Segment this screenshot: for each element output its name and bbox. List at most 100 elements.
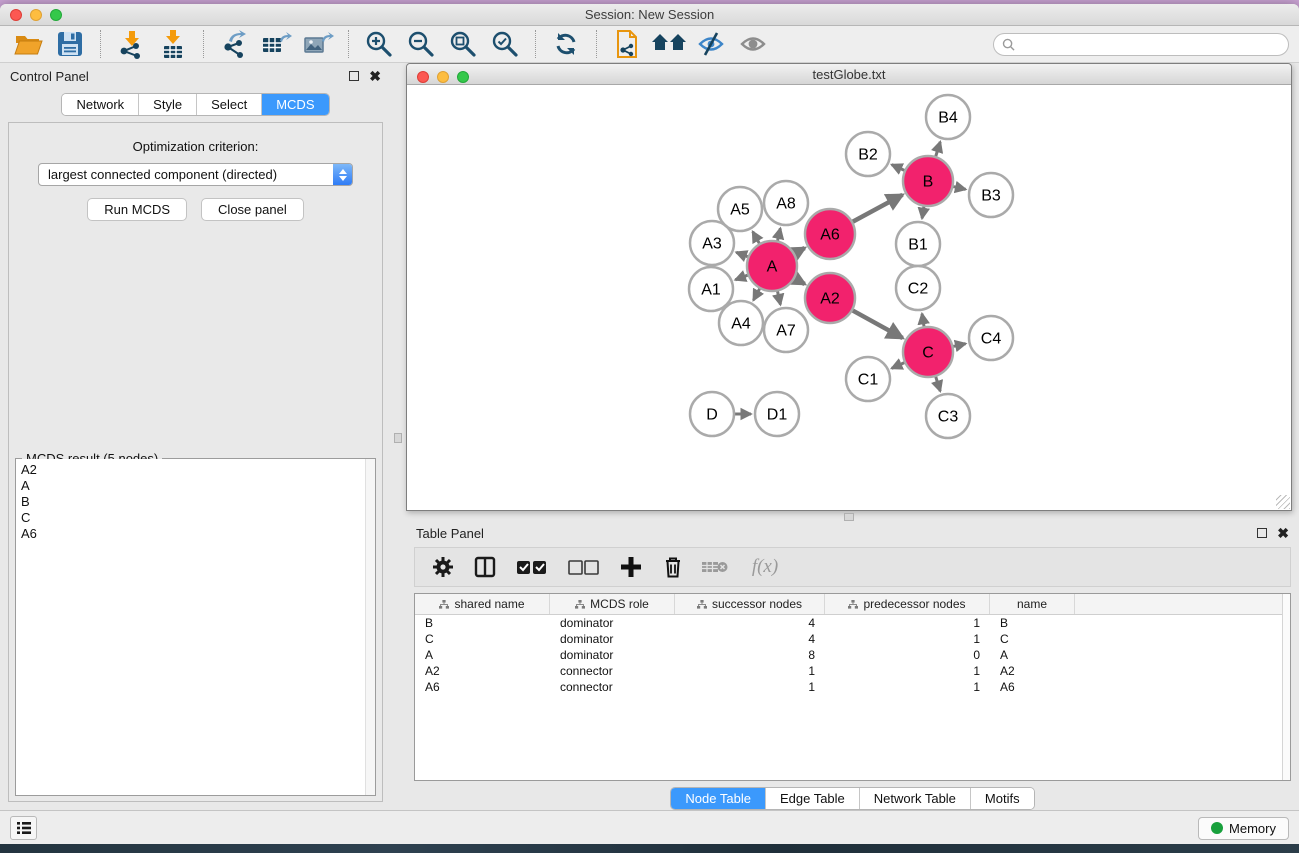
- graph-node-C2[interactable]: C2: [896, 266, 940, 310]
- graph-node-A6[interactable]: A6: [805, 209, 855, 259]
- add-column-button[interactable]: [617, 553, 645, 581]
- import-network-button[interactable]: [113, 28, 149, 60]
- tab-edge-table[interactable]: Edge Table: [766, 788, 860, 809]
- memory-button[interactable]: Memory: [1198, 817, 1289, 840]
- show-graphics-button[interactable]: [735, 28, 771, 60]
- graph-node-C4[interactable]: C4: [969, 316, 1013, 360]
- vertical-splitter[interactable]: [391, 63, 406, 810]
- graph-node-C1[interactable]: C1: [846, 357, 890, 401]
- run-mcds-button[interactable]: Run MCDS: [87, 198, 187, 221]
- float-panel-icon[interactable]: [1257, 528, 1267, 538]
- graph-node-B4[interactable]: B4: [926, 95, 970, 139]
- graph-node-C3[interactable]: C3: [926, 394, 970, 438]
- network-window-titlebar[interactable]: testGlobe.txt: [407, 64, 1291, 85]
- column-header-name[interactable]: name: [990, 594, 1075, 614]
- table-cell: A2: [415, 664, 550, 678]
- save-session-button[interactable]: [52, 28, 88, 60]
- home-button[interactable]: [651, 28, 687, 60]
- table-row[interactable]: Cdominator41C: [415, 631, 1290, 647]
- graph-node-D1[interactable]: D1: [755, 392, 799, 436]
- tab-node-table[interactable]: Node Table: [671, 788, 766, 809]
- search-input[interactable]: [1020, 37, 1280, 51]
- column-type-icon: [575, 600, 585, 609]
- deselect-all-button[interactable]: [565, 553, 603, 581]
- close-window-button[interactable]: [10, 9, 22, 21]
- delete-column-button[interactable]: [659, 553, 687, 581]
- open-file-button[interactable]: [10, 28, 46, 60]
- hide-graphics-button[interactable]: [693, 28, 729, 60]
- mcds-result-item[interactable]: B: [21, 494, 375, 510]
- close-panel-icon[interactable]: ✖: [369, 71, 381, 81]
- table-scrollbar[interactable]: [1282, 594, 1290, 780]
- window-resize-grip[interactable]: [1276, 495, 1290, 509]
- graph-node-A7[interactable]: A7: [764, 308, 808, 352]
- zoom-fit-button[interactable]: [445, 28, 481, 60]
- table-row[interactable]: A2connector11A2: [415, 663, 1290, 679]
- graph-node-A1[interactable]: A1: [689, 267, 733, 311]
- zoom-in-button[interactable]: [361, 28, 397, 60]
- network-zoom-button[interactable]: [457, 71, 469, 83]
- graph-node-C[interactable]: C: [903, 327, 953, 377]
- network-minimize-button[interactable]: [437, 71, 449, 83]
- function-builder-button[interactable]: f(x): [743, 553, 787, 581]
- tab-network-table[interactable]: Network Table: [860, 788, 971, 809]
- mcds-result-item[interactable]: C: [21, 510, 375, 526]
- close-panel-button[interactable]: Close panel: [201, 198, 304, 221]
- export-table-button[interactable]: [258, 28, 294, 60]
- column-header-successor-nodes[interactable]: successor nodes: [675, 594, 825, 614]
- table-cell: 0: [825, 648, 990, 662]
- show-columns-button[interactable]: [471, 553, 499, 581]
- select-all-button[interactable]: [513, 553, 551, 581]
- criterion-dropdown[interactable]: largest connected component (directed): [38, 163, 353, 186]
- tab-network[interactable]: Network: [62, 94, 139, 115]
- refresh-button[interactable]: [548, 28, 584, 60]
- zoom-out-button[interactable]: [403, 28, 439, 60]
- graph-node-D[interactable]: D: [690, 392, 734, 436]
- graph-node-B[interactable]: B: [903, 156, 953, 206]
- minimize-window-button[interactable]: [30, 9, 42, 21]
- splitter-grip[interactable]: [394, 433, 402, 443]
- graph-edge-A2-C: [852, 310, 903, 338]
- zoom-selected-button[interactable]: [487, 28, 523, 60]
- mcds-result-item[interactable]: A2: [21, 462, 375, 478]
- tab-select[interactable]: Select: [197, 94, 262, 115]
- import-table-button[interactable]: [155, 28, 191, 60]
- mcds-result-list[interactable]: A2ABCA6: [16, 459, 375, 795]
- network-close-button[interactable]: [417, 71, 429, 83]
- network-canvas[interactable]: AA1A2A3A4A5A6A7A8BB1B2B3B4CC1C2C3C4DD1: [407, 85, 1291, 510]
- mcds-list-scrollbar[interactable]: [365, 459, 375, 795]
- column-header-predecessor-nodes[interactable]: predecessor nodes: [825, 594, 990, 614]
- delete-table-button[interactable]: [701, 553, 729, 581]
- task-history-button[interactable]: [10, 816, 37, 840]
- table-row[interactable]: A6connector11A6: [415, 679, 1290, 695]
- graph-node-A5[interactable]: A5: [718, 187, 762, 231]
- column-header-shared-name[interactable]: shared name: [415, 594, 550, 614]
- graph-node-B1[interactable]: B1: [896, 222, 940, 266]
- export-network-button[interactable]: [216, 28, 252, 60]
- tab-mcds[interactable]: MCDS: [262, 94, 328, 115]
- table-row[interactable]: Adominator80A: [415, 647, 1290, 663]
- column-header-MCDS-role[interactable]: MCDS role: [550, 594, 675, 614]
- mcds-result-item[interactable]: A: [21, 478, 375, 494]
- graph-node-A2[interactable]: A2: [805, 273, 855, 323]
- duplicate-network-button[interactable]: [609, 28, 645, 60]
- graph-node-A8[interactable]: A8: [764, 181, 808, 225]
- table-settings-button[interactable]: [429, 553, 457, 581]
- graph-node-B2[interactable]: B2: [846, 132, 890, 176]
- float-panel-icon[interactable]: [349, 71, 359, 81]
- search-field[interactable]: [993, 33, 1289, 56]
- graph-node-B3[interactable]: B3: [969, 173, 1013, 217]
- node-table[interactable]: shared nameMCDS rolesuccessor nodesprede…: [414, 593, 1291, 781]
- table-row[interactable]: Bdominator41B: [415, 615, 1290, 631]
- close-panel-icon[interactable]: ✖: [1277, 528, 1289, 538]
- splitter-grip[interactable]: [844, 513, 854, 521]
- zoom-window-button[interactable]: [50, 9, 62, 21]
- tab-style[interactable]: Style: [139, 94, 197, 115]
- graph-node-A4[interactable]: A4: [719, 301, 763, 345]
- memory-label: Memory: [1229, 821, 1276, 836]
- export-image-button[interactable]: [300, 28, 336, 60]
- graph-node-A[interactable]: A: [747, 241, 797, 291]
- horizontal-splitter[interactable]: [406, 511, 1299, 521]
- tab-motifs[interactable]: Motifs: [971, 788, 1034, 809]
- mcds-result-item[interactable]: A6: [21, 526, 375, 542]
